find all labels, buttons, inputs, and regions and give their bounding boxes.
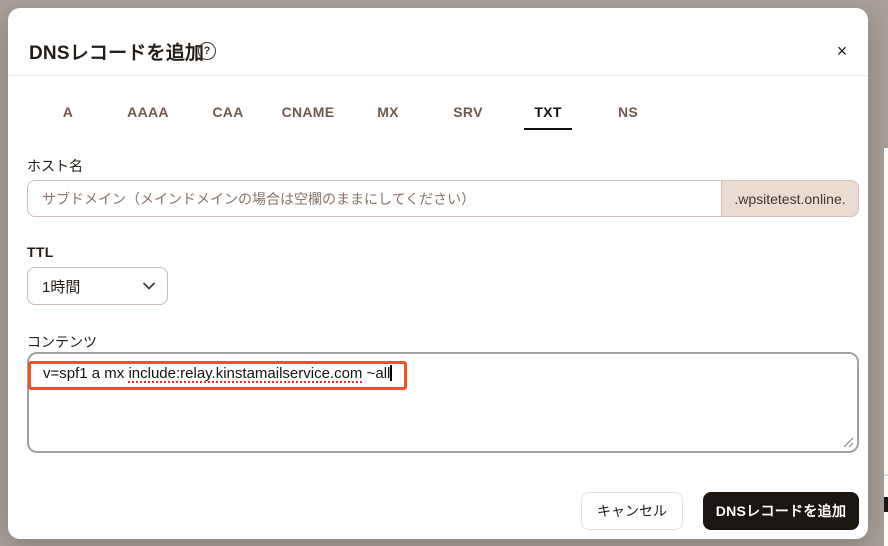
close-icon: ×: [836, 40, 848, 61]
content-label: コンテンツ: [27, 334, 97, 350]
underlying-page-divider: [884, 474, 888, 476]
content-value-prefix: v=spf1 a mx: [43, 365, 129, 382]
underlying-page-edge: [884, 148, 888, 546]
help-icon[interactable]: ?: [198, 42, 216, 60]
tab-ns[interactable]: NS: [588, 92, 668, 132]
tab-caa[interactable]: CAA: [188, 92, 268, 132]
resize-handle-icon[interactable]: [843, 437, 854, 448]
domain-suffix-addon: .wpsitetest.online.: [721, 181, 858, 216]
dialog-title: DNSレコードを追加: [29, 43, 205, 64]
cancel-button[interactable]: キャンセル: [581, 492, 683, 530]
add-dns-record-button[interactable]: DNSレコードを追加: [703, 492, 859, 530]
hostname-label: ホスト名: [27, 158, 83, 174]
content-value: v=spf1 a mx include:relay.kinstamailserv…: [43, 364, 843, 384]
dialog-header: DNSレコードを追加 ? ×: [8, 8, 868, 75]
content-textarea[interactable]: v=spf1 a mx include:relay.kinstamailserv…: [27, 352, 859, 453]
header-divider: [8, 75, 868, 76]
content-value-suffix: ~all: [362, 365, 391, 382]
ttl-label: TTL: [27, 244, 54, 260]
tab-mx[interactable]: MX: [348, 92, 428, 132]
hostname-input[interactable]: [28, 181, 721, 216]
tab-txt[interactable]: TXT: [508, 92, 588, 132]
hostname-input-group: .wpsitetest.online.: [27, 180, 859, 217]
tab-cname[interactable]: CNAME: [268, 92, 348, 132]
tab-srv[interactable]: SRV: [428, 92, 508, 132]
tab-aaaa[interactable]: AAAA: [108, 92, 188, 132]
ttl-selected-value: 1時間: [42, 278, 81, 296]
chevron-down-icon: [143, 282, 155, 290]
record-type-tabs: A AAAA CAA CNAME MX SRV TXT NS: [28, 92, 668, 132]
add-dns-record-dialog: DNSレコードを追加 ? × A AAAA CAA CNAME MX SRV T…: [8, 8, 868, 539]
content-value-spellchecked: include:relay.kinstamailservice.com: [128, 365, 363, 382]
dialog-footer: キャンセル DNSレコードを追加: [581, 492, 859, 530]
tab-a[interactable]: A: [28, 92, 108, 132]
underlying-page-button-fragment: [884, 497, 888, 512]
close-button[interactable]: ×: [826, 35, 858, 67]
ttl-select[interactable]: 1時間: [27, 267, 168, 305]
text-caret: [390, 365, 392, 381]
